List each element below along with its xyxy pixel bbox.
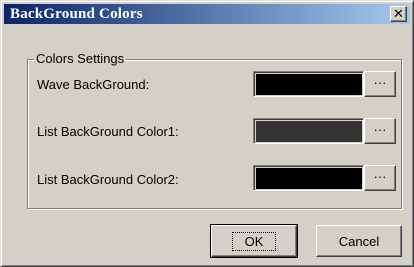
list-background-color2-picker-button[interactable]: ··· [364, 165, 396, 191]
list-background-color2-color [256, 168, 362, 189]
list-background-color1-swatch [253, 118, 364, 144]
list-background-color2-swatch [253, 165, 364, 191]
group-legend: Colors Settings [34, 51, 127, 66]
wave-background-label: Wave BackGround: [37, 77, 150, 92]
dialog-title: BackGround Colors [10, 5, 143, 22]
wave-background-swatch [253, 71, 364, 97]
list-background-color1-color [256, 121, 362, 142]
dialog-window: BackGround Colors ✕ Colors Settings Wave… [0, 0, 414, 267]
close-icon: ✕ [393, 6, 404, 22]
close-button[interactable]: ✕ [390, 6, 407, 22]
ok-button[interactable]: OK [210, 224, 298, 258]
title-bar: BackGround Colors ✕ [4, 4, 410, 24]
cancel-button[interactable]: Cancel [316, 225, 402, 257]
list-background-color1-picker-button[interactable]: ··· [364, 118, 396, 144]
ok-button-label: OK [231, 231, 277, 251]
colors-settings-group: Colors Settings Wave BackGround: ··· Lis… [27, 51, 402, 209]
list-background-color1-label: List BackGround Color1: [37, 124, 179, 139]
wave-background-picker-button[interactable]: ··· [364, 71, 396, 97]
list-background-color2-label: List BackGround Color2: [37, 172, 179, 187]
wave-background-color [256, 74, 362, 95]
